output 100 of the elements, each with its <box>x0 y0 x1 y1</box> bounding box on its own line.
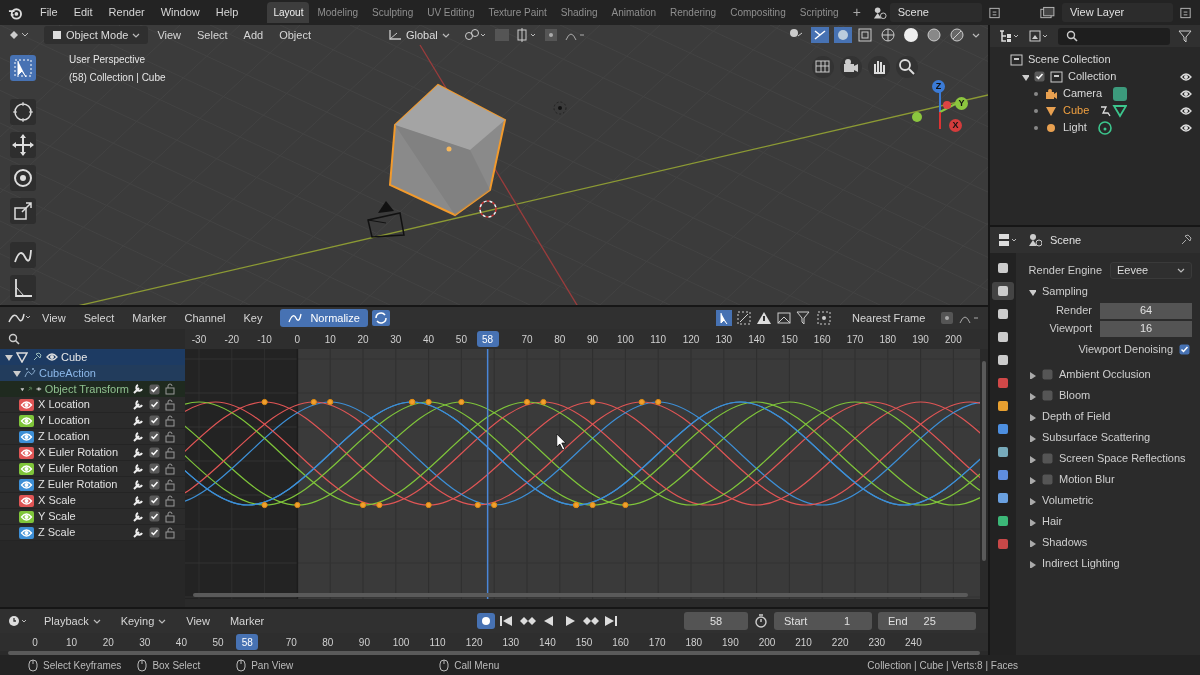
workspace-tab[interactable]: Sculpting <box>366 2 420 23</box>
workspace-tab[interactable]: UV Editing <box>421 2 481 23</box>
workspace-tab[interactable]: Shading <box>554 2 604 23</box>
checkbox[interactable] <box>149 431 160 442</box>
outliner-item[interactable]: Camera <box>990 85 1200 102</box>
panel-header[interactable]: Shadows <box>1024 532 1192 553</box>
menu-item[interactable]: View <box>34 309 74 327</box>
grid-icon[interactable] <box>814 58 832 76</box>
zoom-icon[interactable] <box>898 58 916 76</box>
fcurve-channel[interactable]: Z Location <box>0 429 185 445</box>
workspace-tab[interactable]: Compositing <box>724 2 792 23</box>
menu-item[interactable]: Marker <box>124 309 175 327</box>
outliner-item[interactable]: Scene Collection <box>990 51 1200 68</box>
panel-header[interactable]: Ambient Occlusion <box>1024 364 1192 385</box>
eye-icon[interactable] <box>1180 87 1192 100</box>
outliner-type-icon[interactable] <box>998 29 1020 43</box>
solid-shading-icon[interactable] <box>903 27 921 43</box>
menu-item[interactable]: Render <box>101 2 152 23</box>
move-icon[interactable] <box>10 132 36 158</box>
outliner-item[interactable]: Cube <box>990 102 1200 119</box>
eye-icon[interactable] <box>1180 121 1192 134</box>
checkbox[interactable] <box>1042 453 1053 464</box>
fcurve-channel[interactable]: Z Scale <box>0 525 185 541</box>
scale-icon[interactable] <box>10 198 36 224</box>
axis-label[interactable]: Y <box>955 97 968 110</box>
axis-label[interactable]: Z <box>932 80 945 93</box>
normalize-toggle[interactable]: Normalize <box>280 309 368 327</box>
menu-item[interactable]: Channel <box>176 309 234 327</box>
view-layer-field[interactable]: View Layer <box>1061 3 1173 22</box>
orientation-dropdown[interactable]: Global <box>380 26 458 44</box>
warning-icon[interactable] <box>756 310 772 326</box>
pin-icon[interactable] <box>1180 234 1192 246</box>
checkbox[interactable] <box>1042 369 1053 380</box>
scene-field[interactable]: Scene <box>889 3 983 22</box>
proportional-edit-icon[interactable] <box>543 28 558 42</box>
annotate-icon[interactable] <box>10 242 36 268</box>
checkbox[interactable] <box>1179 343 1190 355</box>
fcurve-channel[interactable]: X Euler Rotation <box>0 445 185 461</box>
eye-icon[interactable] <box>1180 104 1192 117</box>
axis-label[interactable]: X <box>949 119 962 132</box>
menu-item[interactable]: Help <box>208 2 246 23</box>
channel-row[interactable]: Cube <box>0 349 185 365</box>
pivot-icon[interactable] <box>816 310 832 326</box>
fcurve-channel[interactable]: Y Euler Rotation <box>0 461 185 477</box>
checkbox[interactable] <box>149 495 160 506</box>
menu-item[interactable]: Select <box>190 26 235 44</box>
panel-header[interactable]: Subsurface Scattering <box>1024 427 1192 448</box>
measure-icon[interactable] <box>10 275 36 301</box>
eye-icon[interactable] <box>1180 70 1192 83</box>
checkbox[interactable] <box>149 447 160 458</box>
display-mode-icon[interactable] <box>1028 29 1050 43</box>
workspace-tab[interactable]: Layout <box>267 2 310 23</box>
filter-icon[interactable] <box>1178 29 1192 43</box>
fcurve-channel[interactable]: Y Location <box>0 413 185 429</box>
menu-item[interactable]: Object <box>272 26 318 44</box>
checkbox[interactable] <box>149 527 160 538</box>
panel-header[interactable]: Motion Blur <box>1024 469 1192 490</box>
group-channel[interactable]: Object Transform <box>0 381 185 397</box>
workspace-tab[interactable]: Scripting <box>793 2 845 23</box>
fcurve-channel[interactable]: X Scale <box>0 493 185 509</box>
menu-item[interactable]: Marker <box>223 612 271 630</box>
select-icon[interactable] <box>716 310 732 326</box>
panel-header[interactable]: Volumetric <box>1024 490 1192 511</box>
panel-header[interactable]: Hair <box>1024 511 1192 532</box>
scrollbar[interactable] <box>982 361 986 561</box>
workspace-tab[interactable]: Modeling <box>311 2 365 23</box>
search-icon[interactable] <box>8 333 20 345</box>
gizmo-toggle-icon[interactable] <box>811 27 829 43</box>
fcurve-channel[interactable]: Y Scale <box>0 509 185 525</box>
checkbox[interactable] <box>1042 474 1053 485</box>
current-frame-indicator[interactable]: 58 <box>236 634 259 650</box>
checkbox[interactable] <box>1042 390 1053 401</box>
checkbox[interactable] <box>149 511 160 522</box>
fcurve-channel[interactable]: X Location <box>0 397 185 413</box>
workspace-tab[interactable]: Animation <box>605 2 662 23</box>
box-select-icon[interactable] <box>736 310 752 326</box>
workspace-tab[interactable]: Rendering <box>664 2 723 23</box>
editor-type-icon[interactable] <box>8 311 32 325</box>
number-field[interactable]: 64 <box>1100 302 1192 319</box>
menu-item[interactable]: View <box>180 612 216 630</box>
material-shading-icon[interactable] <box>926 27 944 43</box>
search-field[interactable] <box>1058 27 1170 45</box>
rendered-shading-icon[interactable] <box>949 27 967 43</box>
panel-header[interactable]: Indirect Lighting <box>1024 553 1192 574</box>
overlay-toggle-icon[interactable] <box>834 27 852 43</box>
render-layers-icon[interactable] <box>1039 5 1056 20</box>
snap-dropdown[interactable]: Nearest Frame <box>844 309 936 327</box>
mode-dropdown[interactable]: Object Mode <box>44 26 149 44</box>
scrollbar[interactable] <box>8 651 980 655</box>
menu-item[interactable]: Key <box>235 309 271 327</box>
copy-icon[interactable] <box>988 5 1002 20</box>
wireframe-shading-icon[interactable] <box>880 27 898 43</box>
proportional-edit-icon[interactable] <box>940 311 954 325</box>
menu-item[interactable]: Playback <box>38 612 107 630</box>
link-icon[interactable] <box>463 28 488 42</box>
xray-icon[interactable] <box>857 27 875 43</box>
outliner-item[interactable]: Collection <box>990 68 1200 85</box>
render-tab-icon[interactable] <box>992 282 1014 300</box>
menu-item[interactable]: Select <box>75 309 123 327</box>
checkbox[interactable] <box>149 479 160 490</box>
